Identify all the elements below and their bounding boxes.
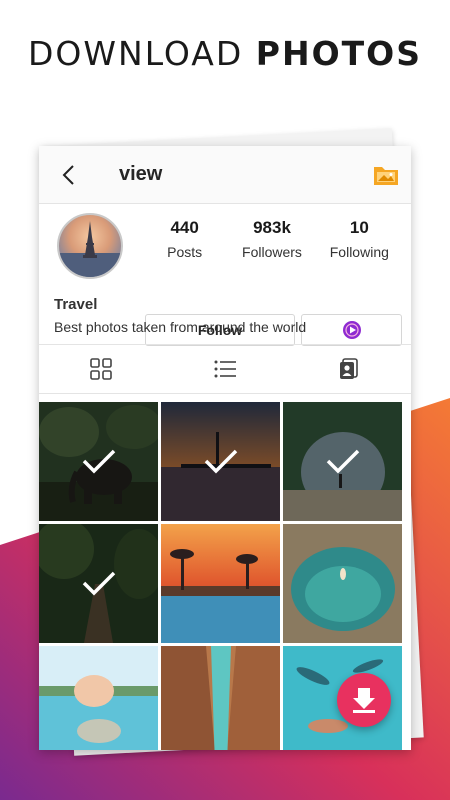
photo-tile[interactable]	[161, 646, 280, 750]
photo-tile[interactable]	[161, 402, 280, 521]
stat-value: 10	[349, 218, 369, 237]
stat-value: 440	[170, 218, 199, 237]
profile-bio: Best photos taken from around the world	[54, 319, 307, 335]
tagged-icon[interactable]	[337, 357, 361, 381]
photo-tile[interactable]	[161, 524, 280, 643]
check-icon	[326, 449, 360, 474]
photo-tile[interactable]	[39, 402, 158, 521]
app-screen: view 440 Posts 983k Followers 10 Followi…	[39, 146, 411, 750]
avatar[interactable]	[57, 213, 123, 279]
photo-tile[interactable]	[39, 646, 158, 750]
headline-light: DOWNLOAD	[28, 34, 244, 73]
list-icon[interactable]	[213, 357, 237, 381]
headline-bold: PHOTOS	[255, 34, 422, 73]
back-arrow-icon[interactable]	[61, 163, 85, 187]
photo-tile[interactable]	[283, 402, 402, 521]
profile-name: Travel	[54, 296, 98, 313]
igtv-button[interactable]	[301, 314, 402, 346]
page-headline: DOWNLOAD PHOTOS	[0, 34, 450, 73]
photo-tile[interactable]	[283, 524, 402, 643]
grid-icon[interactable]	[89, 357, 113, 381]
page-title: view	[119, 163, 163, 185]
top-bar: view	[39, 146, 411, 204]
view-tabs	[39, 344, 411, 394]
stat-followers[interactable]: 983k Followers	[228, 218, 315, 260]
stat-label: Following	[329, 244, 389, 260]
download-button[interactable]	[337, 673, 391, 727]
stat-posts[interactable]: 440 Posts	[141, 218, 228, 260]
folder-icon[interactable]	[373, 164, 399, 186]
download-icon	[353, 688, 375, 713]
stat-label: Followers	[242, 244, 302, 260]
play-icon	[342, 321, 361, 339]
check-icon	[82, 449, 116, 474]
check-icon	[204, 449, 238, 474]
stat-label: Posts	[167, 244, 203, 260]
stat-value: 983k	[253, 218, 291, 237]
profile-stats: 440 Posts 983k Followers 10 Following	[141, 218, 403, 260]
photo-tile[interactable]	[39, 524, 158, 643]
check-icon	[82, 571, 116, 596]
stat-following[interactable]: 10 Following	[316, 218, 403, 260]
